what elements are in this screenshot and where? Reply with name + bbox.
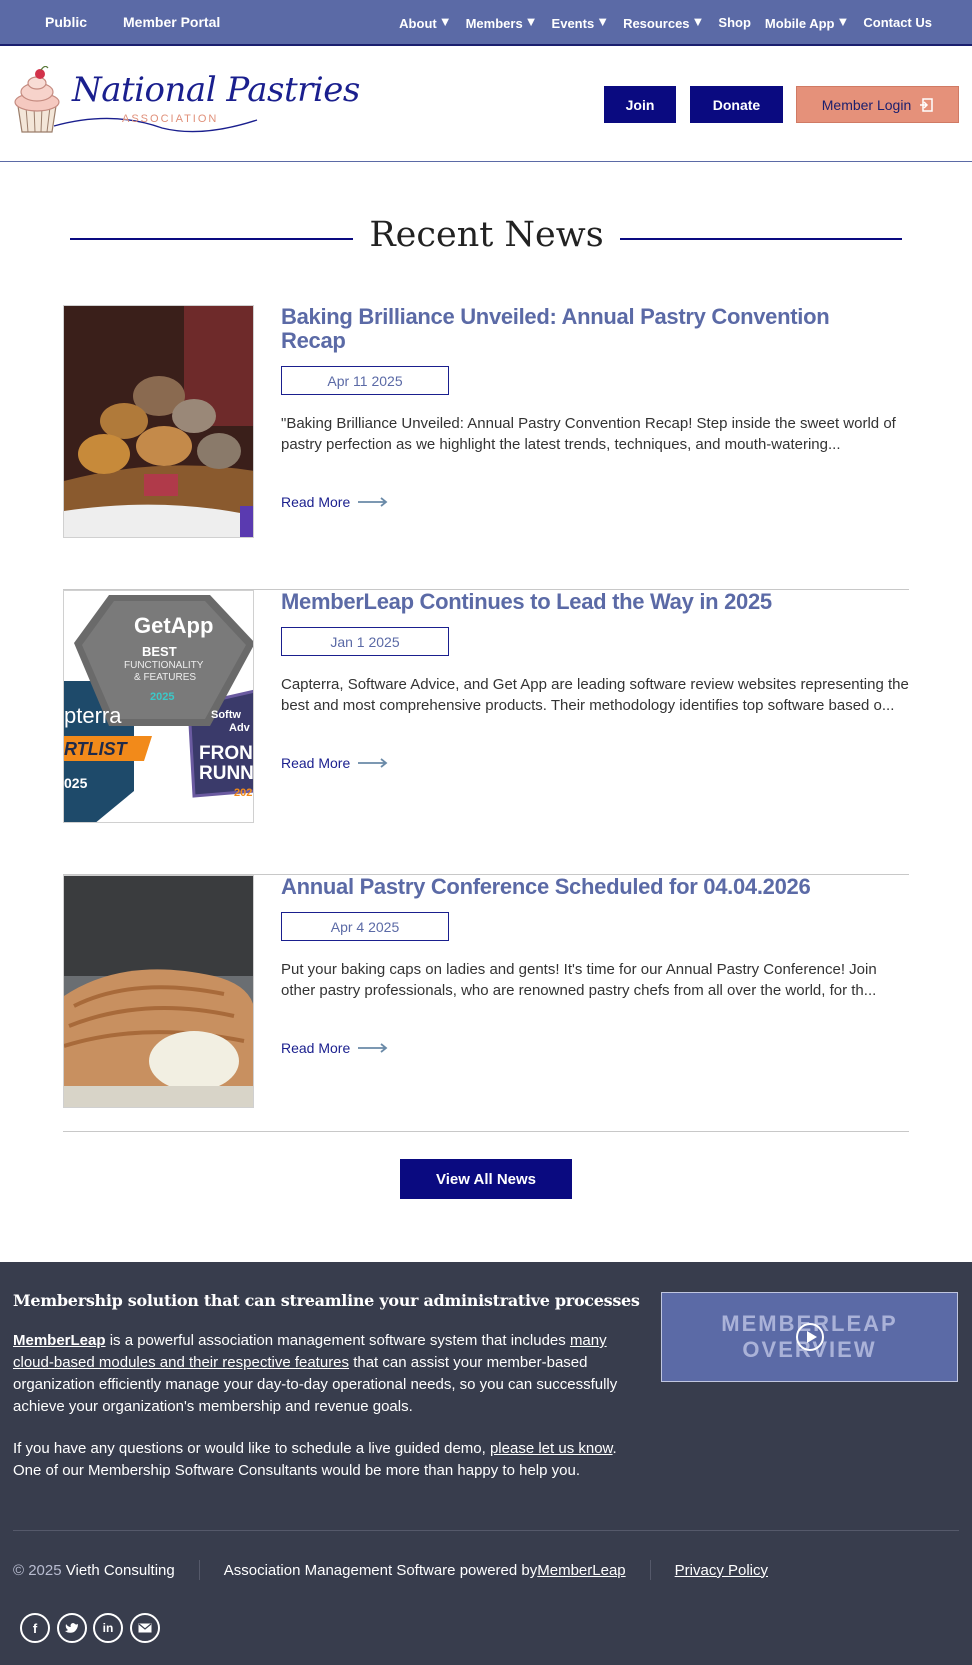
footer-text: is a powerful association management sof… [105, 1332, 570, 1349]
chevron-down-icon: ▼ [691, 13, 705, 29]
article-date: Apr 4 2025 [281, 912, 449, 941]
privacy-policy-link[interactable]: Privacy Policy [675, 1562, 768, 1579]
main-nav: About ▼ Members ▼ Events ▼ Resources ▼ Shop … [399, 0, 932, 44]
arrow-right-icon [358, 497, 388, 507]
chevron-down-icon: ▼ [836, 13, 850, 29]
footer-paragraph-2: If you have any questions or would like … [13, 1438, 633, 1482]
nav-resources[interactable]: Resources ▼ [623, 14, 704, 31]
nav-events-label: Events [551, 15, 595, 31]
read-more-link[interactable]: Read More [281, 1040, 388, 1056]
twitter-icon[interactable] [57, 1613, 87, 1643]
facebook-icon[interactable]: f [20, 1613, 50, 1643]
article-date: Jan 1 2025 [281, 627, 449, 656]
news-article: GetApp BEST FUNCTIONALITY & FEATURES 202… [63, 590, 909, 875]
nav-mobile-app[interactable]: Mobile App ▼ [765, 14, 849, 31]
article-summary: Capterra, Software Advice, and Get App a… [281, 676, 909, 714]
badge-capterra: pterra [64, 703, 122, 728]
footer-divider [13, 1530, 959, 1531]
nav-members[interactable]: Members ▼ [466, 14, 538, 31]
news-article: Baking Brilliance Unveiled: Annual Pastr… [63, 305, 909, 590]
read-more-label: Read More [281, 1040, 351, 1056]
member-portal-link[interactable]: Member Portal [123, 14, 220, 30]
badge-functionality: FUNCTIONALITY [124, 660, 204, 671]
badge-advice: Adv [229, 722, 250, 734]
badge-capterra-year: 025 [64, 775, 88, 791]
badge-runner: RUNN [199, 763, 254, 784]
nav-resources-label: Resources [623, 15, 690, 31]
article-thumbnail-pastry[interactable] [63, 875, 254, 1108]
copyright-year: © 2025 [13, 1561, 62, 1579]
article-summary: Put your baking caps on ladies and gents… [281, 961, 877, 999]
badge-front: FRON [199, 743, 253, 764]
article-date: Apr 11 2025 [281, 366, 449, 395]
footer-paragraph-1: MemberLeap is a powerful association man… [13, 1330, 633, 1418]
badge-sw-year: 202 [234, 787, 253, 799]
nav-shop[interactable]: Shop [718, 15, 751, 30]
read-more-link[interactable]: Read More [281, 755, 388, 771]
recent-news-heading: Recent News [70, 215, 902, 265]
arrow-right-icon [358, 758, 388, 768]
article-summary: "Baking Brilliance Unveiled: Annual Past… [281, 415, 896, 453]
linkedin-icon[interactable]: in [93, 1613, 123, 1643]
email-icon[interactable] [130, 1613, 160, 1643]
nav-about[interactable]: About ▼ [399, 14, 451, 31]
logo-title: National Pastries [72, 70, 360, 110]
badge-software: Softw [211, 709, 241, 721]
view-all-news-button[interactable]: View All News [400, 1159, 572, 1199]
muffins-image [64, 306, 253, 537]
badge-text-layer: GetApp BEST FUNCTIONALITY & FEATURES 202… [64, 591, 254, 822]
nav-about-label: About [399, 15, 437, 31]
login-icon [920, 97, 933, 112]
powered-by-link[interactable]: MemberLeap [537, 1562, 625, 1579]
site-footer: Membership solution that can streamline … [0, 1262, 972, 1665]
top-bar: Public Member Portal About ▼ Members ▼ Eve… [0, 0, 972, 46]
powered-by-text: Association Management Software powered … [223, 1561, 538, 1579]
member-login-button[interactable]: Member Login [796, 86, 959, 123]
read-more-label: Read More [281, 494, 351, 510]
pastry-image [64, 876, 253, 1107]
section-title: Recent News [369, 215, 604, 255]
site-logo[interactable]: National Pastries ASSOCIATION [12, 66, 360, 138]
top-bar-left: Public Member Portal [45, 0, 220, 44]
badge-features: & FEATURES [134, 672, 197, 683]
read-more-label: Read More [281, 755, 351, 771]
article-title[interactable]: Baking Brilliance Unveiled: Annual Pastr… [281, 305, 891, 353]
footer-separator [198, 1560, 200, 1580]
news-article: Annual Pastry Conference Scheduled for 0… [63, 875, 909, 1132]
footer-title: Membership solution that can streamline … [13, 1291, 640, 1310]
copyright-org: Vieth Consulting [65, 1561, 175, 1579]
badge-best: BEST [142, 644, 177, 659]
getapp-label: GetApp [134, 613, 214, 638]
memberleap-overview-video[interactable]: MEMBERLEAP OVERVIEW [661, 1292, 958, 1382]
site-header: National Pastries ASSOCIATION Join Donat… [0, 46, 972, 162]
memberleap-link[interactable]: MemberLeap [13, 1332, 106, 1349]
heading-rule-right [620, 238, 902, 240]
footer-bottom-row: © 2025 Vieth Consulting Association Mana… [13, 1560, 768, 1580]
join-button[interactable]: Join [604, 86, 676, 123]
article-thumbnail-muffins[interactable] [63, 305, 254, 538]
public-link[interactable]: Public [45, 14, 87, 30]
footer-separator [649, 1560, 651, 1580]
read-more-link[interactable]: Read More [281, 494, 388, 510]
article-title[interactable]: Annual Pastry Conference Scheduled for 0… [281, 875, 891, 899]
badge-year: 2025 [150, 691, 175, 703]
arrow-right-icon [358, 1043, 388, 1053]
contact-link[interactable]: please let us know [490, 1440, 613, 1457]
footer-text: If you have any questions or would like … [13, 1440, 490, 1457]
article-thumbnail-badges[interactable]: GetApp BEST FUNCTIONALITY & FEATURES 202… [63, 590, 254, 823]
badge-shortlist: RTLIST [64, 739, 127, 759]
chevron-down-icon: ▼ [596, 13, 610, 29]
chevron-down-icon: ▼ [438, 13, 452, 29]
heading-rule-left [70, 238, 353, 240]
play-icon[interactable] [796, 1323, 824, 1351]
nav-members-label: Members [465, 15, 523, 31]
chevron-down-icon: ▼ [524, 13, 538, 29]
nav-contact-us[interactable]: Contact Us [863, 15, 932, 30]
nav-mobile-app-label: Mobile App [764, 15, 835, 31]
article-title[interactable]: MemberLeap Continues to Lead the Way in … [281, 590, 891, 614]
member-login-label: Member Login [821, 96, 912, 113]
logo-subtitle: ASSOCIATION [122, 113, 219, 125]
nav-events[interactable]: Events ▼ [552, 14, 610, 31]
donate-button[interactable]: Donate [690, 86, 783, 123]
